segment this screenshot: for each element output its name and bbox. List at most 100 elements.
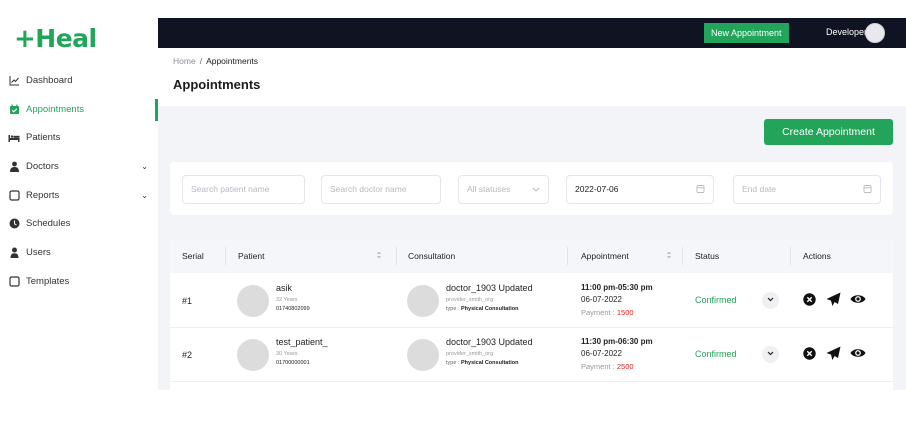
breadcrumb-home[interactable]: Home <box>173 56 196 66</box>
report-icon <box>8 189 20 201</box>
eye-icon[interactable] <box>850 347 866 359</box>
payment-amount: 2500 <box>616 362 634 371</box>
chevron-down-icon <box>767 297 774 302</box>
appointment-time: 11:00 pm-05:30 pm <box>581 283 653 292</box>
patient-age: 32 Years <box>276 297 298 303</box>
start-date-input[interactable]: 2022-07-06 <box>566 175 714 204</box>
consultation-type-label: type : <box>446 360 461 366</box>
cancel-icon[interactable] <box>803 293 816 306</box>
sidebar-item-label: Schedules <box>26 218 71 230</box>
topbar: New Appointment Developer <box>158 18 906 48</box>
logo-text: Heal <box>35 24 97 53</box>
sidebar-item-reports[interactable]: Reports ⌄ <box>0 181 158 210</box>
doctor-search-input[interactable]: Search doctor name <box>321 175 441 204</box>
sidebar-item-patients[interactable]: Patients <box>0 123 158 152</box>
sidebar-item-label: Doctors <box>26 160 59 172</box>
table-header: Serial Patient Consultation Appointment … <box>170 239 893 273</box>
cancel-icon[interactable] <box>803 347 816 360</box>
filters-panel: Search patient name Search doctor name A… <box>170 162 893 215</box>
status-select[interactable]: All statuses <box>458 175 549 204</box>
sidebar-item-schedules[interactable]: Schedules <box>0 209 158 238</box>
consultation-type: type : Physical Consultation <box>446 360 518 366</box>
logo-plus: + <box>14 24 36 54</box>
end-date-input[interactable]: End date <box>733 175 881 204</box>
breadcrumb-current: Appointments <box>206 56 259 66</box>
user-name[interactable]: Developer <box>826 27 867 37</box>
consultation-type: type : Physical Consultation <box>446 306 518 312</box>
payment: Payment : 2500 <box>581 362 634 371</box>
create-appointment-button[interactable]: Create Appointment <box>764 119 893 145</box>
send-icon[interactable] <box>826 346 841 361</box>
table-row[interactable]: #1 asik 32 Years 01740802099 doctor_1903… <box>170 274 893 328</box>
column-divider <box>790 247 791 265</box>
sidebar-item-doctors[interactable]: Doctors ⌄ <box>0 152 158 181</box>
template-icon <box>8 275 20 287</box>
chevron-down-icon <box>532 176 540 214</box>
chevron-down-icon[interactable]: ⌄ <box>141 191 148 200</box>
calendar-icon <box>696 176 705 214</box>
header-actions: Actions <box>803 251 831 261</box>
sidebar-item-label: Appointments <box>26 103 85 115</box>
sidebar-item-dashboard[interactable]: Dashboard <box>0 66 158 95</box>
header-patient[interactable]: Patient <box>238 251 264 261</box>
sidebar-item-templates[interactable]: Templates <box>0 267 158 296</box>
page-title: Appointments <box>173 77 261 92</box>
status-dropdown-button[interactable] <box>762 346 779 363</box>
payment-amount: 1500 <box>616 308 634 317</box>
app: +Heal Dashboard Appointments Patients Do… <box>0 0 906 426</box>
bed-icon <box>8 132 20 144</box>
sidebar-item-label: Patients <box>26 132 61 144</box>
avatar[interactable] <box>865 23 885 43</box>
provider-org: provider_smith_org <box>446 297 494 303</box>
sort-icon[interactable] <box>376 250 382 261</box>
user-icon <box>8 246 20 258</box>
header-appointment[interactable]: Appointment <box>581 251 629 261</box>
appointments-table: Serial Patient Consultation Appointment … <box>170 239 893 390</box>
eye-icon[interactable] <box>850 293 866 305</box>
doctor-icon <box>8 160 20 172</box>
doctor-name[interactable]: doctor_1903 Updated <box>446 283 533 293</box>
chart-line-icon <box>8 74 20 86</box>
consultation-type-label: type : <box>446 306 461 312</box>
new-appointment-button[interactable]: New Appointment <box>704 23 789 43</box>
chevron-down-icon[interactable]: ⌄ <box>141 162 148 171</box>
column-divider <box>682 247 683 265</box>
status-dropdown-button[interactable] <box>762 292 779 309</box>
table-row[interactable]: #2 test_patient_ 30 Years 01700000001 do… <box>170 328 893 382</box>
column-divider <box>567 247 568 265</box>
calendar-icon <box>863 176 872 214</box>
patient-phone: 01700000001 <box>276 360 310 366</box>
header-consultation: Consultation <box>408 251 456 261</box>
logo[interactable]: +Heal <box>14 24 97 54</box>
doctor-name[interactable]: doctor_1903 Updated <box>446 337 533 347</box>
patient-name[interactable]: asik <box>276 283 292 293</box>
patient-name[interactable]: test_patient_ <box>276 337 328 347</box>
appointment-date: 06-07-2022 <box>581 349 622 358</box>
appointment-time: 11:30 pm-06:30 pm <box>581 337 653 346</box>
sidebar-item-label: Dashboard <box>26 74 73 86</box>
row-serial: #2 <box>182 350 193 360</box>
sort-icon[interactable] <box>666 250 672 261</box>
breadcrumb-separator: / <box>199 56 203 66</box>
send-icon[interactable] <box>826 292 841 307</box>
sidebar-item-appointments[interactable]: Appointments <box>0 95 158 124</box>
patient-avatar <box>237 339 269 371</box>
patient-avatar <box>237 285 269 317</box>
chevron-down-icon <box>767 351 774 356</box>
provider-org: provider_smith_org <box>446 351 494 357</box>
breadcrumb: Home / Appointments <box>173 56 258 66</box>
start-date-value: 2022-07-06 <box>575 184 619 194</box>
clock-icon <box>8 218 20 230</box>
calendar-check-icon <box>8 103 20 115</box>
status-badge: Confirmed <box>695 295 737 305</box>
end-date-placeholder: End date <box>742 184 777 194</box>
header-status: Status <box>695 251 720 261</box>
consultation-type-value: Physical Consultation <box>460 306 519 312</box>
header-serial: Serial <box>182 251 204 261</box>
sidebar-item-label: Reports <box>26 189 60 201</box>
patient-search-input[interactable]: Search patient name <box>182 175 305 204</box>
status-badge: Confirmed <box>695 349 737 359</box>
sidebar-item-label: Users <box>26 246 51 258</box>
sidebar-item-users[interactable]: Users <box>0 238 158 267</box>
sidebar: +Heal Dashboard Appointments Patients Do… <box>0 0 158 426</box>
